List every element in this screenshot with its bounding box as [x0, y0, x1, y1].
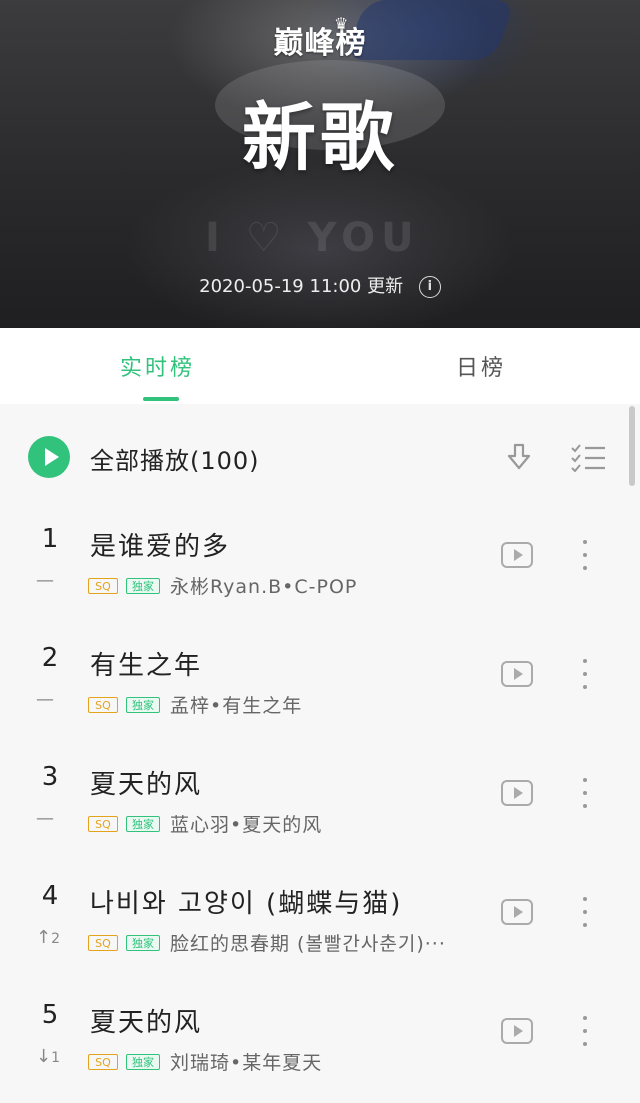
exclusive-badge: 独家: [126, 816, 160, 832]
song-rank: 1: [41, 524, 59, 554]
song-title: 是谁爱的多: [90, 532, 231, 562]
rank-trend: ↑2: [36, 927, 70, 948]
song-artist-album: 永彬Ryan.B•C-POP: [170, 576, 358, 598]
play-all-button[interactable]: 全部播放(100): [90, 441, 260, 476]
tab-daily[interactable]: 日榜: [456, 350, 506, 382]
song-artist-album: 刘瑞琦•某年夏天: [170, 1052, 323, 1074]
crown-icon: ♛: [334, 14, 350, 33]
rank-trend: —: [36, 570, 70, 591]
mv-play-icon[interactable]: [501, 661, 533, 687]
song-list[interactable]: 全部播放(100) 1 — 是谁爱的多 SQ 独家 永彬Ryan.B•C-POP…: [0, 404, 640, 1083]
multi-select-icon[interactable]: [570, 444, 606, 472]
song-row[interactable]: 1 — 是谁爱的多 SQ 独家 永彬Ryan.B•C-POP: [0, 508, 640, 627]
more-icon[interactable]: [580, 538, 590, 572]
rank-trend: —: [36, 808, 70, 829]
mv-play-icon[interactable]: [501, 780, 533, 806]
sq-badge: SQ: [88, 935, 118, 951]
more-icon[interactable]: [580, 776, 590, 810]
trend-down-icon: ↓: [36, 1046, 52, 1067]
trend-indicator: —: [36, 570, 54, 591]
chart-brand-logo: 巅峰榜 ♛: [273, 14, 367, 61]
more-icon[interactable]: [580, 657, 590, 691]
song-row[interactable]: 5 ↓1 夏天的风 SQ 独家 刘瑞琦•某年夏天: [0, 984, 640, 1103]
active-tab-indicator: [143, 397, 179, 401]
song-rank: 2: [41, 643, 59, 673]
trend-up-icon: ↑: [36, 927, 52, 948]
song-artist-album: 蓝心羽•夏天的风: [170, 814, 323, 836]
play-all-row: 全部播放(100): [0, 404, 640, 508]
trend-number: 1: [51, 1050, 61, 1066]
download-icon[interactable]: [504, 442, 534, 474]
song-artist-album: 脸红的思春期 (볼빨간사춘기)···: [170, 933, 446, 955]
trend-indicator: —: [36, 808, 54, 829]
song-rank: 5: [41, 1000, 59, 1030]
sq-badge: SQ: [88, 816, 118, 832]
song-title: 夏天的风: [90, 1008, 203, 1038]
cover-artwork-text: I ♡ YOU: [205, 215, 420, 261]
update-info: 2020-05-19 11:00 更新 i: [0, 272, 640, 298]
trend-indicator: —: [36, 689, 54, 710]
exclusive-badge: 独家: [126, 697, 160, 713]
song-rank: 3: [41, 762, 59, 792]
info-icon[interactable]: i: [418, 276, 441, 298]
chart-title: 新歌: [242, 95, 398, 181]
update-time: 2020-05-19 11:00: [199, 276, 362, 297]
update-label: 更新: [367, 276, 404, 297]
tab-realtime[interactable]: 实时榜: [120, 350, 195, 382]
sq-badge: SQ: [88, 697, 118, 713]
song-title: 夏天的风: [90, 770, 203, 800]
chart-header-banner: I ♡ YOU 巅峰榜 ♛ 新歌 2020-05-19 11:00 更新 i: [0, 0, 640, 328]
exclusive-badge: 独家: [126, 1054, 160, 1070]
mv-play-icon[interactable]: [501, 899, 533, 925]
song-row[interactable]: 4 ↑2 나비와 고양이 (蝴蝶与猫) SQ 独家 脸红的思春期 (볼빨간사춘기…: [0, 865, 640, 984]
sq-badge: SQ: [88, 578, 118, 594]
play-all-icon[interactable]: [28, 436, 70, 478]
exclusive-badge: 独家: [126, 578, 160, 594]
sq-badge: SQ: [88, 1054, 118, 1070]
mv-play-icon[interactable]: [501, 1018, 533, 1044]
rank-trend: ↓1: [36, 1046, 70, 1067]
chart-tabs: 实时榜 日榜: [0, 328, 640, 404]
song-title: 나비와 고양이 (蝴蝶与猫): [90, 889, 403, 919]
song-row[interactable]: 3 — 夏天的风 SQ 独家 蓝心羽•夏天的风: [0, 746, 640, 865]
exclusive-badge: 独家: [126, 935, 160, 951]
song-row[interactable]: 2 — 有生之年 SQ 独家 孟梓•有生之年: [0, 627, 640, 746]
song-title: 有生之年: [90, 651, 203, 681]
trend-number: 2: [51, 931, 61, 947]
more-icon[interactable]: [580, 1014, 590, 1048]
song-rank: 4: [41, 881, 59, 911]
song-artist-album: 孟梓•有生之年: [170, 695, 303, 717]
mv-play-icon[interactable]: [501, 542, 533, 568]
rank-trend: —: [36, 689, 70, 710]
more-icon[interactable]: [580, 895, 590, 929]
